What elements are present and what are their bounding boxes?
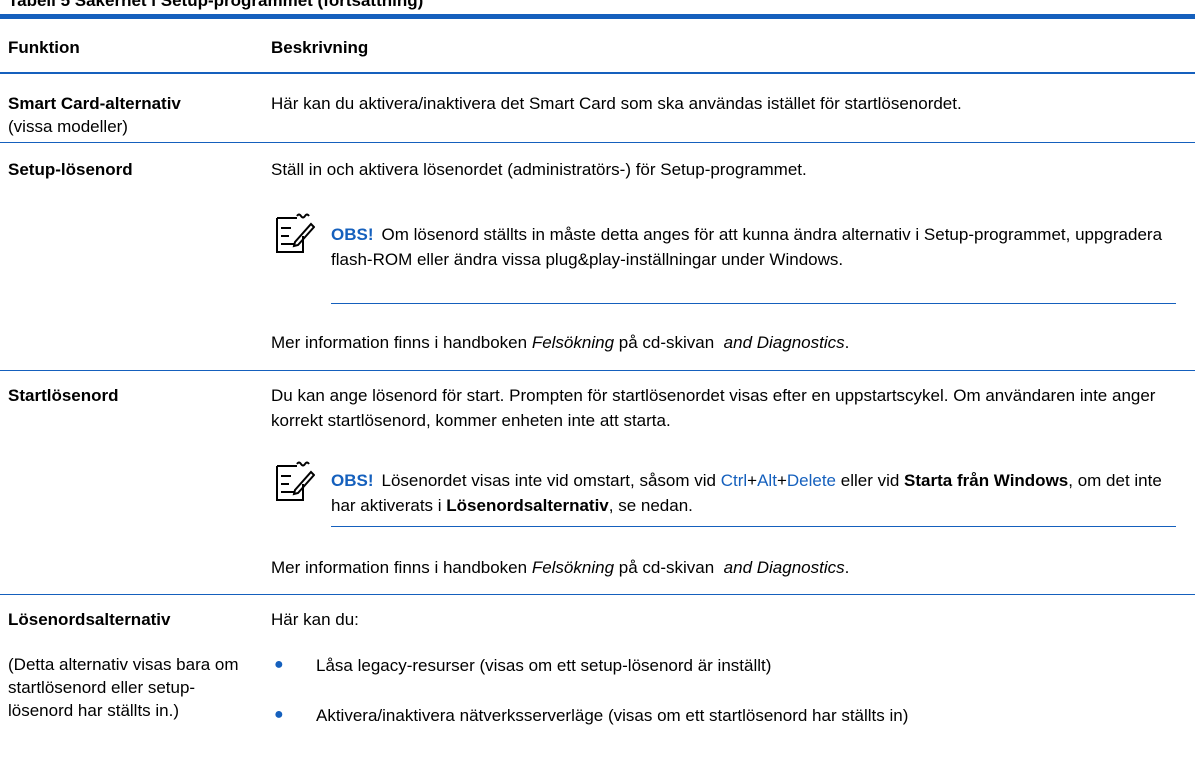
header-divider (0, 72, 1195, 74)
row-name-startup-password: Startlösenord (8, 386, 119, 405)
row-name-password-options: Lösenordsalternativ (8, 610, 171, 629)
row-name-smart-card: Smart Card-alternativ (8, 94, 181, 113)
bullet-item-network-server: Aktivera/inaktivera nätverksserverläge (… (316, 706, 909, 725)
more-info-suffix: . (844, 333, 850, 352)
row-name-setup-password: Setup-lösenord (8, 160, 133, 179)
more-info-startup-password: Mer information finns i handboken Felsök… (271, 555, 1176, 580)
note-divider (331, 303, 1176, 304)
note-label: OBS! (331, 225, 374, 244)
note-pencil-icon (271, 460, 316, 504)
more-info-middle: på cd-skivan (614, 558, 719, 577)
row-divider (0, 594, 1195, 595)
bullet-item-legacy: Låsa legacy-resurser (visas om ett setup… (316, 656, 772, 675)
more-info-cd: and Diagnostics (723, 558, 845, 577)
bullet-dot-icon: ● (274, 656, 284, 673)
column-header-function: Funktion (8, 38, 80, 57)
note-divider (331, 526, 1176, 527)
more-info-prefix: Mer information finns i handboken (271, 333, 532, 352)
row-divider (0, 142, 1195, 143)
note-setup-password: OBS! Om lösenord ställts in måste detta a… (331, 222, 1176, 272)
note-text: Om lösenord ställts in måste detta anges… (331, 225, 1163, 269)
more-info-suffix: . (844, 558, 850, 577)
row-name-note-smart-card: (vissa modeller) (8, 117, 128, 136)
delete-key-link[interactable]: Delete (787, 471, 836, 490)
plus-sign: + (776, 471, 787, 490)
row-desc-smart-card: Här kan du aktivera/inaktivera det Smart… (271, 94, 962, 113)
note-pencil-icon (271, 212, 316, 256)
note-label: OBS! (331, 471, 374, 490)
more-info-middle: på cd-skivan (614, 333, 719, 352)
row-name-note-password-options: (Detta alternativ visas bara om startlös… (8, 655, 239, 720)
note-startup-password: OBS! Lösenordet visas inte vid omstart, s… (331, 468, 1176, 518)
more-info-setup-password: Mer information finns i handboken Felsök… (271, 330, 1176, 355)
row-desc-startup-password: Du kan ange lösenord för start. Prompten… (271, 386, 1156, 430)
more-info-book: Felsökning (531, 558, 615, 577)
more-info-cd: and Diagnostics (723, 333, 845, 352)
alt-key-link[interactable]: Alt (757, 471, 777, 490)
row-desc-password-options: Här kan du: (271, 610, 359, 629)
column-header-description: Beskrivning (271, 38, 369, 57)
plus-sign: + (747, 471, 758, 490)
row-desc-setup-password: Ställ in och aktivera lösenordet (admini… (271, 160, 807, 179)
more-info-prefix: Mer information finns i handboken (271, 558, 532, 577)
ctrl-key-link[interactable]: Ctrl (721, 471, 747, 490)
section-title: Tabell 5 Säkerhet i Setup-programmet (fo… (8, 0, 424, 10)
note-text: , se nedan. (608, 496, 693, 515)
note-bold-password-options: Lösenordsalternativ (446, 496, 609, 515)
bullet-dot-icon: ● (274, 706, 284, 723)
section-title-bar: Tabell 5 Säkerhet i Setup-programmet (fo… (0, 0, 1195, 19)
note-text: eller vid (836, 471, 905, 490)
row-divider (0, 370, 1195, 371)
more-info-book: Felsökning (531, 333, 615, 352)
note-text: Lösenordet visas inte vid omstart, såsom… (381, 471, 721, 490)
note-bold-start-from-windows: Starta från Windows (904, 471, 1069, 490)
